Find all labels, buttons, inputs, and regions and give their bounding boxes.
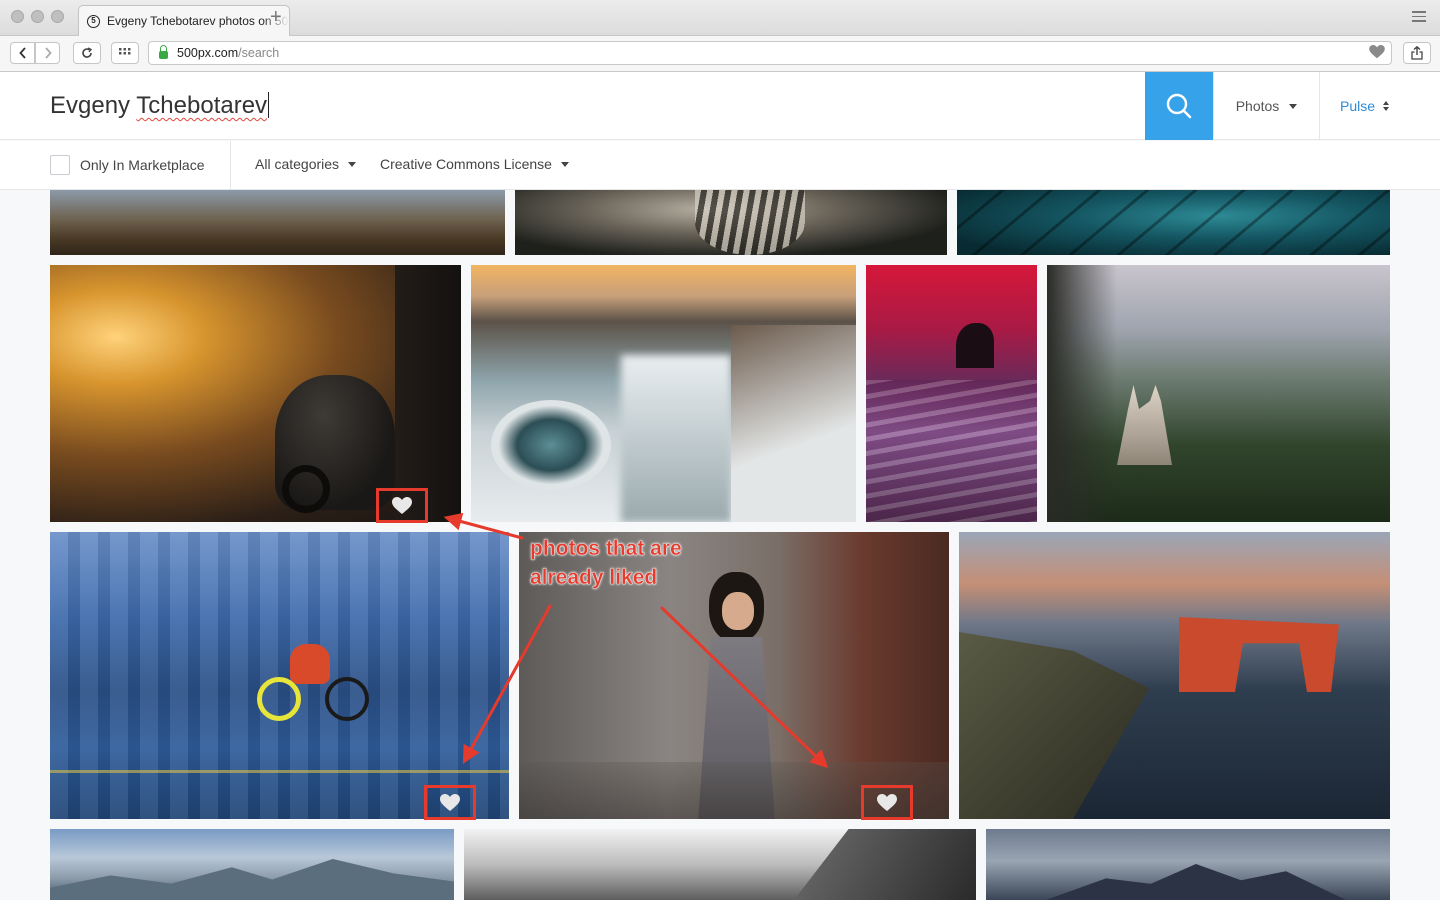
photo-cyclist-blur[interactable] <box>50 532 509 819</box>
category-dropdown[interactable]: All categories <box>255 156 357 172</box>
grid-icon <box>119 48 131 55</box>
share-icon <box>1411 46 1423 60</box>
forward-button[interactable] <box>35 42 60 64</box>
photo-mountain-lake[interactable] <box>50 829 454 900</box>
photo-vespa-scooter[interactable] <box>50 265 461 522</box>
marketplace-filter[interactable]: Only In Marketplace <box>50 155 205 175</box>
license-dropdown[interactable]: Creative Commons License <box>380 156 569 172</box>
photo-misty-bw-road[interactable] <box>464 829 976 900</box>
browser-titlebar: 5 Evgeny Tchebotarev photos on 500px + <box>0 0 1440 36</box>
caret-down-icon <box>348 161 357 167</box>
photo-rocks-top[interactable] <box>50 190 505 255</box>
category-label: All categories <box>255 156 340 172</box>
back-button[interactable] <box>10 42 35 64</box>
marketplace-checkbox[interactable] <box>50 155 70 175</box>
sort-label: Pulse <box>1340 98 1376 114</box>
heart-icon <box>392 496 412 514</box>
filter-bar: Only In Marketplace All categories Creat… <box>0 141 1440 190</box>
browser-toolbar: 500px.com/search <box>0 36 1440 72</box>
photo-castle-valley[interactable] <box>1047 265 1390 522</box>
tab-overview-icon[interactable] <box>1412 11 1426 25</box>
chevron-left-icon <box>18 47 26 59</box>
photo-teal-forest-top[interactable] <box>957 190 1390 255</box>
photo-purple-seascape[interactable] <box>866 265 1037 522</box>
search-query-word-misspelled: Tchebotarev <box>136 92 268 119</box>
search-input[interactable]: Evgeny Tchebotarev <box>50 92 270 120</box>
photo-owl-top[interactable] <box>515 190 947 255</box>
caret-down-icon <box>1289 103 1298 109</box>
500px-favicon-icon: 5 <box>87 14 100 28</box>
search-query-word: Evgeny <box>50 92 131 119</box>
top-sites-button[interactable] <box>111 42 139 64</box>
chevron-right-icon <box>44 47 52 59</box>
lock-icon <box>159 45 168 59</box>
browser-tab-active[interactable]: 5 Evgeny Tchebotarev photos on 500px <box>78 5 290 36</box>
search-type-label: Photos <box>1235 98 1280 114</box>
tab-title: Evgeny Tchebotarev photos on 500px <box>107 14 289 28</box>
address-bar[interactable]: 500px.com/search <box>148 41 1392 65</box>
search-type-dropdown[interactable]: Photos <box>1213 72 1320 140</box>
sort-dropdown[interactable]: Pulse <box>1320 72 1440 140</box>
minimize-window-button[interactable] <box>31 10 44 23</box>
close-window-button[interactable] <box>11 10 24 23</box>
url-host: 500px.com <box>177 46 239 60</box>
photo-stormy-peaks[interactable] <box>986 829 1390 900</box>
reload-button[interactable] <box>73 42 101 64</box>
share-button[interactable] <box>1403 42 1431 64</box>
reload-icon <box>82 47 93 58</box>
marketplace-label: Only In Marketplace <box>80 157 205 173</box>
heart-icon <box>440 793 460 811</box>
liked-heart-button[interactable] <box>861 785 913 820</box>
url-path: /search <box>238 46 280 60</box>
search-icon <box>1166 93 1192 119</box>
search-header: Evgeny Tchebotarev Photos Pulse <box>0 72 1440 140</box>
photo-sea-arch-cliff[interactable] <box>959 532 1390 819</box>
heart-icon <box>877 793 897 811</box>
search-button[interactable] <box>1145 72 1213 140</box>
heart-icon[interactable] <box>1369 45 1385 59</box>
text-caret <box>268 92 270 118</box>
liked-heart-button[interactable] <box>424 785 476 820</box>
license-label: Creative Commons License <box>380 156 552 172</box>
filter-divider <box>230 141 231 189</box>
photo-frozen-waterfall[interactable] <box>471 265 856 522</box>
liked-heart-button[interactable] <box>376 488 428 523</box>
zoom-window-button[interactable] <box>51 10 64 23</box>
annotation-label: photos that are already liked <box>530 537 682 589</box>
caret-down-icon <box>560 161 569 167</box>
new-tab-button[interactable]: + <box>270 7 282 27</box>
sort-arrows-icon <box>1383 101 1390 111</box>
